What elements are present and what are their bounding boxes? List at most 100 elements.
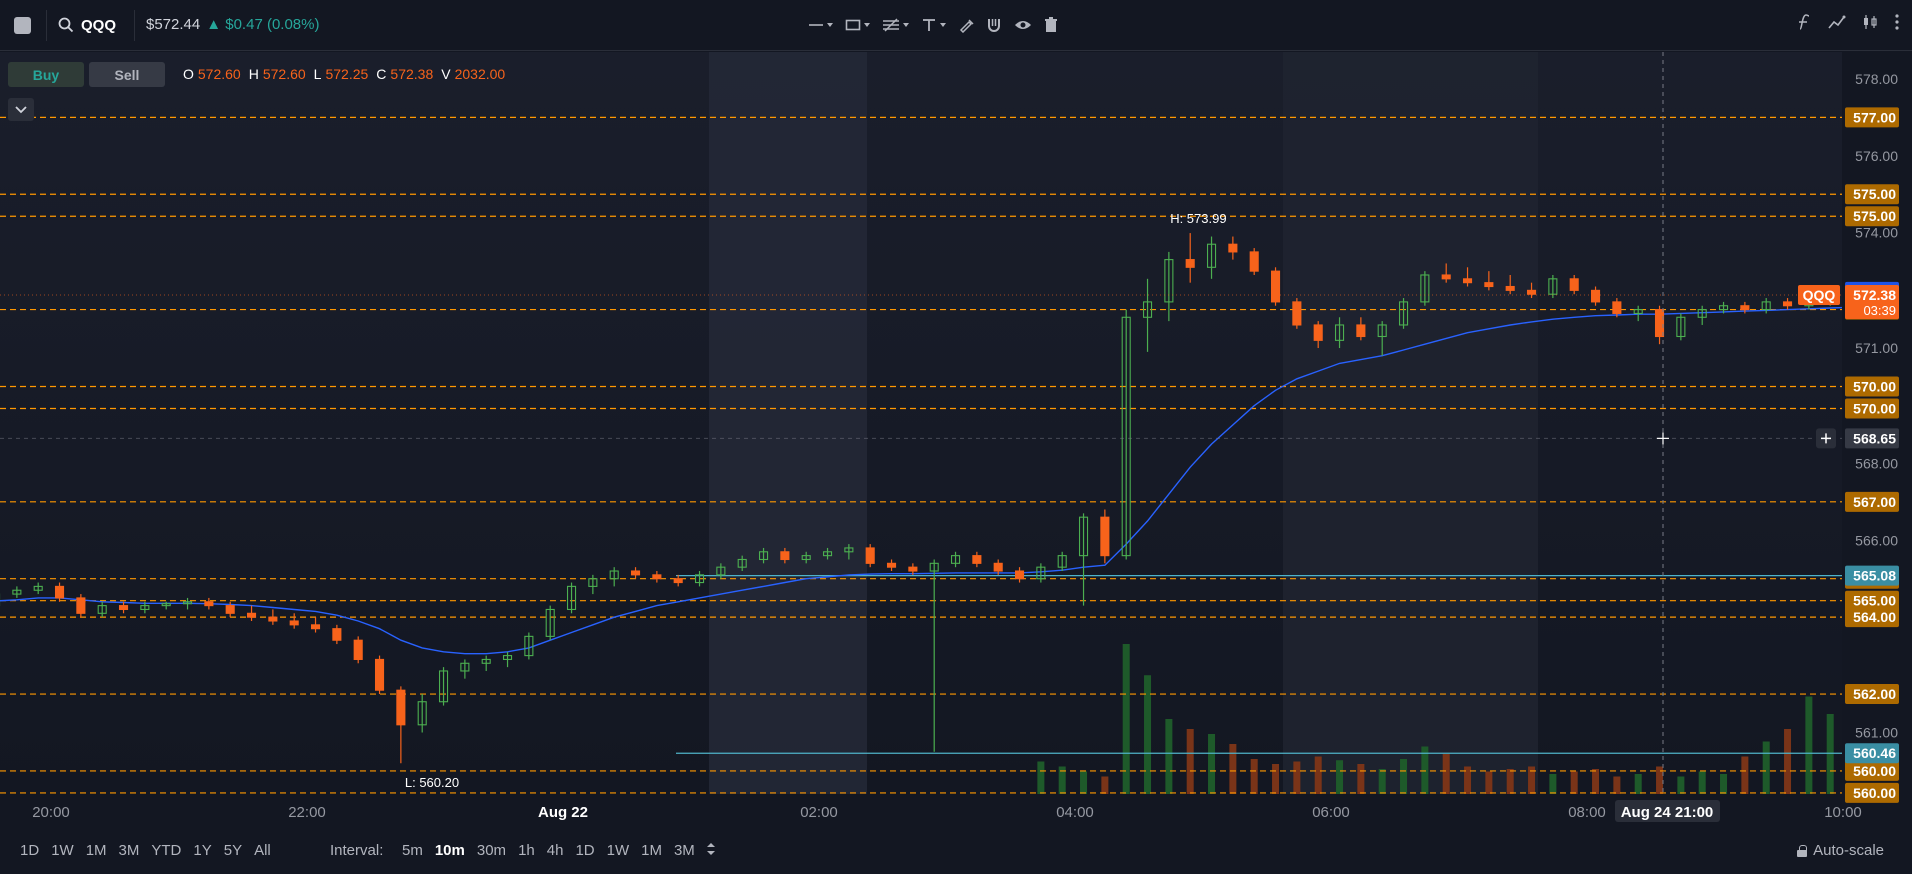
interval-3mo[interactable]: 3M — [668, 842, 701, 859]
text-tool[interactable] — [921, 14, 946, 36]
candle-body — [289, 620, 299, 626]
candle-body — [652, 574, 662, 580]
horizontal-line-tool[interactable] — [808, 14, 833, 36]
volume-bar — [1592, 769, 1600, 794]
sort-arrows-icon — [706, 843, 715, 855]
eye-icon — [1015, 21, 1031, 29]
volume-bar — [1208, 734, 1216, 794]
cyan-price-tag-text: 560.46 — [1853, 745, 1896, 761]
period-all[interactable]: All — [248, 842, 277, 859]
volume-bar — [1229, 744, 1237, 794]
candle-body — [1526, 289, 1537, 295]
last-price-value: 572.38 — [1853, 287, 1896, 303]
collapse-legend-button[interactable] — [8, 98, 34, 121]
volume-bar — [1741, 756, 1749, 794]
x-tick-label: 06:00 — [1312, 804, 1350, 821]
candle-body — [1654, 309, 1665, 338]
interval-selector: 5m 10m 30m 1h 4h 1D 1W 1M 3M — [396, 842, 721, 859]
price-chart[interactable]: H: 573.99 L: 560.20 578.00 576.00 574.00 571… — [0, 52, 1912, 828]
volume-bar — [1101, 776, 1109, 794]
volume-bar — [1272, 764, 1280, 794]
candle — [1100, 509, 1110, 564]
interval-30m[interactable]: 30m — [471, 842, 512, 859]
candle-body — [76, 597, 86, 614]
level-price-tag: 575.00 — [1845, 184, 1899, 205]
interval-1d[interactable]: 1D — [569, 842, 600, 859]
y-tick-label: 571.00 — [1855, 340, 1898, 356]
volume-bar — [1634, 774, 1642, 794]
session-band — [1283, 52, 1538, 794]
candle-body — [246, 612, 257, 618]
y-tick-label: 576.00 — [1855, 148, 1898, 164]
candle-body — [1590, 289, 1601, 303]
period-1y[interactable]: 1Y — [187, 842, 217, 859]
volume-label: V — [441, 66, 451, 82]
candle-body — [1249, 251, 1259, 272]
high-annotation: H: 573.99 — [1170, 211, 1226, 226]
interval-more[interactable] — [701, 842, 721, 859]
autoscale-label: Auto-scale — [1813, 842, 1884, 859]
rectangle-tool[interactable] — [845, 14, 870, 36]
cyan-price-tag: 560.46 — [1845, 743, 1899, 764]
period-1w[interactable]: 1W — [45, 842, 80, 859]
candle-body — [972, 555, 982, 564]
level-price-tag: 567.00 — [1845, 491, 1899, 512]
interval-10m[interactable]: 10m — [429, 842, 471, 859]
buy-button[interactable]: Buy — [8, 62, 84, 87]
brush-tool[interactable] — [958, 14, 974, 36]
more-icon[interactable] — [1894, 14, 1900, 30]
candle — [374, 655, 385, 695]
last-price-countdown: 03:39 — [1863, 303, 1896, 318]
fib-tool[interactable] — [882, 14, 909, 36]
line-chart-icon[interactable] — [1828, 14, 1846, 30]
period-5y[interactable]: 5Y — [218, 842, 248, 859]
candle-body — [1185, 259, 1195, 268]
delete-drawings-tool[interactable] — [1044, 14, 1058, 36]
symbol-search[interactable]: QQQ — [58, 14, 116, 36]
period-selector: 1D 1W 1M 3M YTD 1Y 5Y All — [14, 842, 277, 859]
interval-1mo[interactable]: 1M — [635, 842, 668, 859]
sell-button[interactable]: Sell — [89, 62, 165, 87]
period-1d[interactable]: 1D — [14, 842, 45, 859]
toolbar-divider — [134, 10, 135, 41]
level-price-tag-text: 570.00 — [1853, 400, 1896, 416]
candle-body — [908, 566, 918, 572]
volume-bar — [1080, 771, 1088, 794]
candle-body — [374, 658, 385, 691]
level-price-tag: 575.00 — [1845, 206, 1899, 227]
level-price-tag: 570.00 — [1845, 376, 1899, 397]
visibility-tool[interactable] — [1014, 14, 1032, 36]
interval-5m[interactable]: 5m — [396, 842, 429, 859]
level-price-tag: 570.00 — [1845, 398, 1899, 419]
period-1m[interactable]: 1M — [80, 842, 113, 859]
volume-bar — [1698, 771, 1706, 794]
period-ytd[interactable]: YTD — [145, 842, 187, 859]
interval-1w[interactable]: 1W — [601, 842, 636, 859]
candle-body — [332, 628, 342, 641]
interval-4h[interactable]: 4h — [541, 842, 570, 859]
candle-body — [673, 578, 683, 584]
y-tick-label: 568.00 — [1855, 455, 1898, 471]
level-price-tag-text: 575.00 — [1853, 186, 1896, 202]
level-price-tag-text: 565.00 — [1853, 593, 1896, 609]
cyan-price-tag-text: 565.08 — [1853, 568, 1896, 584]
volume-bar — [1250, 759, 1258, 794]
interval-1h[interactable]: 1h — [512, 842, 541, 859]
time-axis[interactable] — [0, 794, 1842, 828]
indicator-icon[interactable] — [1796, 14, 1812, 30]
candle-chart-icon[interactable] — [1862, 14, 1878, 30]
volume-bar — [1314, 756, 1322, 794]
volume-bar — [1613, 776, 1621, 794]
volume-bar — [1378, 769, 1386, 794]
period-3m[interactable]: 3M — [113, 842, 146, 859]
quote-summary: $572.44 ▲ $0.47 (0.08%) — [146, 16, 319, 33]
candle-body — [1356, 324, 1366, 338]
volume-bar — [1485, 771, 1493, 794]
autoscale-toggle[interactable]: Auto-scale — [1797, 842, 1884, 859]
magnet-tool[interactable] — [986, 14, 1002, 36]
last-price: $572.44 — [146, 16, 201, 33]
volume-bar — [1357, 764, 1365, 794]
volume-bar — [1549, 774, 1557, 794]
layout-menu-icon[interactable] — [14, 17, 31, 34]
y-tick-label: 566.00 — [1855, 532, 1898, 548]
